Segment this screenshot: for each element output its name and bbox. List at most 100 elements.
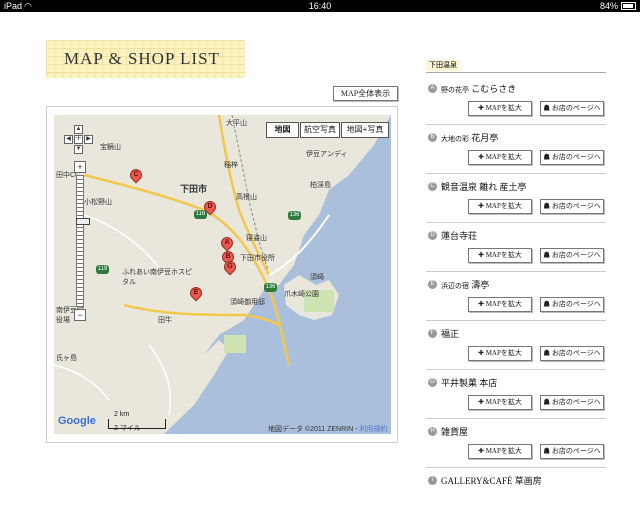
- zoom-control[interactable]: + −: [74, 161, 90, 321]
- shop-name-main: こむらさき: [471, 84, 517, 94]
- map-type-map[interactable]: 地図: [266, 122, 299, 138]
- shop-page-button[interactable]: ☗ お店のページへ: [540, 199, 604, 214]
- enlarge-map-button[interactable]: ✚ MAPを拡大: [468, 395, 532, 410]
- divider: [426, 369, 606, 370]
- divider: [426, 222, 606, 223]
- shop-name-main: 雑貨屋: [441, 427, 469, 437]
- shop-page-button[interactable]: ☗ お店のページへ: [540, 297, 604, 312]
- shop-name[interactable]: GALLERY&CAFÉ 草画房: [441, 474, 542, 487]
- enlarge-map-button[interactable]: ✚ MAPを拡大: [468, 346, 532, 361]
- battery-percent: 84%: [599, 1, 618, 11]
- shop-marker-letter: H: [428, 427, 437, 436]
- map[interactable]: 下田市 大平山 宝鏡山 稲梓 高根山 小松野山 寝姿山 下田市役所 ふれあい南伊…: [54, 115, 391, 434]
- shop-page-button[interactable]: ☗ お店のページへ: [540, 395, 604, 410]
- shop-name[interactable]: 福正: [441, 327, 459, 340]
- enlarge-map-button[interactable]: ✚ MAPを拡大: [468, 150, 532, 165]
- road: [54, 364, 110, 401]
- place-label: 須崎: [310, 274, 324, 281]
- place-label: 田牛: [158, 317, 172, 324]
- pan-right-icon[interactable]: ▶: [84, 135, 93, 144]
- pan-down-icon[interactable]: ▼: [74, 145, 83, 154]
- shop-marker-letter: E: [428, 280, 437, 289]
- shop-name[interactable]: 蓮台寺荘: [441, 229, 477, 242]
- shop-name-main: GALLERY&CAFÉ 草画房: [441, 476, 542, 486]
- place-label: 大平山: [226, 120, 247, 127]
- enlarge-map-button[interactable]: ✚ MAPを拡大: [468, 444, 532, 459]
- place-label: ふれあい南伊豆ホスピタル: [122, 269, 192, 286]
- shop-name-main: 濤亭: [471, 280, 490, 290]
- place-label: 須崎御用邸: [230, 299, 265, 306]
- shop-name[interactable]: 平井製菓 本店: [441, 376, 497, 389]
- shop-item: I GALLERY&CAFÉ 草画房: [426, 474, 606, 523]
- shop-name[interactable]: 野の花亭 こむらさき: [441, 82, 516, 95]
- map-type-satellite[interactable]: 航空写真: [300, 122, 340, 138]
- zoom-slider-thumb[interactable]: [76, 218, 90, 225]
- enlarge-map-button[interactable]: ✚ MAPを拡大: [468, 101, 532, 116]
- show-all-map-button[interactable]: MAP全体表示: [333, 86, 398, 101]
- road-shield: 136: [288, 211, 301, 220]
- shop-page-button[interactable]: ☗ お店のページへ: [540, 346, 604, 361]
- zoom-out-icon[interactable]: −: [74, 309, 86, 321]
- map-credit: 地図データ ©2011 ZENRIN - 利用規約: [268, 426, 388, 433]
- shop-marker-letter: D: [428, 231, 437, 240]
- shop-page-button[interactable]: ☗ お店のページへ: [540, 248, 604, 263]
- place-label: 爪木崎公園: [284, 291, 319, 298]
- map-canvas: [54, 115, 391, 434]
- status-bar: iPad ◠ 16:40 84%: [0, 0, 640, 12]
- shop-item: B 大地の彩 花月亭 ✚ MAPを拡大 ☗ お店のページへ: [426, 131, 606, 180]
- place-label: 小松野山: [84, 199, 112, 206]
- enlarge-map-button[interactable]: ✚ MAPを拡大: [468, 199, 532, 214]
- shop-item: A 野の花亭 こむらさき ✚ MAPを拡大 ☗ お店のページへ: [426, 82, 606, 131]
- place-label: 下田市役所: [240, 255, 275, 262]
- enlarge-map-button[interactable]: ✚ MAPを拡大: [468, 297, 532, 312]
- shop-page-button[interactable]: ☗ お店のページへ: [540, 150, 604, 165]
- place-label: 寝姿山: [246, 235, 267, 242]
- shop-name[interactable]: 観音温泉 離れ 産土亭: [441, 180, 527, 193]
- divider: [426, 173, 606, 174]
- divider: [426, 271, 606, 272]
- enlarge-map-button[interactable]: ✚ MAPを拡大: [468, 248, 532, 263]
- pan-left-icon[interactable]: ◀: [64, 135, 73, 144]
- battery-icon: [621, 2, 636, 10]
- page-title: MAP & SHOP LIST: [64, 49, 220, 68]
- road-shield: 119: [96, 265, 109, 274]
- road-shield: 136: [264, 283, 277, 292]
- shop-marker-letter: F: [428, 329, 437, 338]
- park-area: [224, 335, 246, 353]
- section-title: 下田温泉: [426, 60, 460, 71]
- place-label: 高根山: [236, 194, 257, 201]
- shop-marker-letter: I: [428, 476, 437, 485]
- divider: [426, 467, 606, 468]
- shop-name[interactable]: 大地の彩 花月亭: [441, 131, 498, 144]
- shop-page-button[interactable]: ☗ お店のページへ: [540, 444, 604, 459]
- shop-item: E 浜辺の宿 濤亭 ✚ MAPを拡大 ☗ お店のページへ: [426, 278, 606, 327]
- shop-name-prefix: 大地の彩: [441, 135, 469, 143]
- divider: [426, 418, 606, 419]
- shop-marker-letter: A: [428, 84, 437, 93]
- shop-marker-letter: C: [428, 182, 437, 191]
- shop-item: F 福正 ✚ MAPを拡大 ☗ お店のページへ: [426, 327, 606, 376]
- shop-page-button[interactable]: ☗ お店のページへ: [540, 101, 604, 116]
- place-label: 伊豆アンディ: [306, 151, 348, 158]
- pan-center-icon[interactable]: ✛: [74, 135, 83, 144]
- pan-control[interactable]: ▲ ◀ ✛ ▶ ▼: [64, 125, 94, 155]
- clock: 16:40: [308, 1, 332, 11]
- pan-up-icon[interactable]: ▲: [74, 125, 83, 134]
- zoom-slider[interactable]: [76, 175, 90, 307]
- shop-name-main: 平井製菓 本店: [441, 378, 498, 388]
- map-type-hybrid[interactable]: 地図+写真: [341, 122, 389, 138]
- place-label: 宝鏡山: [100, 144, 121, 151]
- shop-name[interactable]: 雑貨屋: [441, 425, 468, 438]
- road: [148, 344, 171, 416]
- shop-item: C 観音温泉 離れ 産土亭 ✚ MAPを拡大 ☗ お店のページへ: [426, 180, 606, 229]
- place-label: 下田市: [180, 184, 208, 194]
- shop-name-main: 観音温泉 離れ 産土亭: [441, 182, 527, 192]
- zoom-in-icon[interactable]: +: [74, 161, 86, 173]
- shop-name-main: 花月亭: [471, 133, 499, 143]
- shop-name-prefix: 野の花亭: [441, 86, 469, 94]
- terms-link[interactable]: 利用規約: [359, 426, 387, 433]
- shop-name[interactable]: 浜辺の宿 濤亭: [441, 278, 489, 291]
- divider: [426, 320, 606, 321]
- shop-name-prefix: 浜辺の宿: [441, 282, 469, 290]
- shop-item: D 蓮台寺荘 ✚ MAPを拡大 ☗ お店のページへ: [426, 229, 606, 278]
